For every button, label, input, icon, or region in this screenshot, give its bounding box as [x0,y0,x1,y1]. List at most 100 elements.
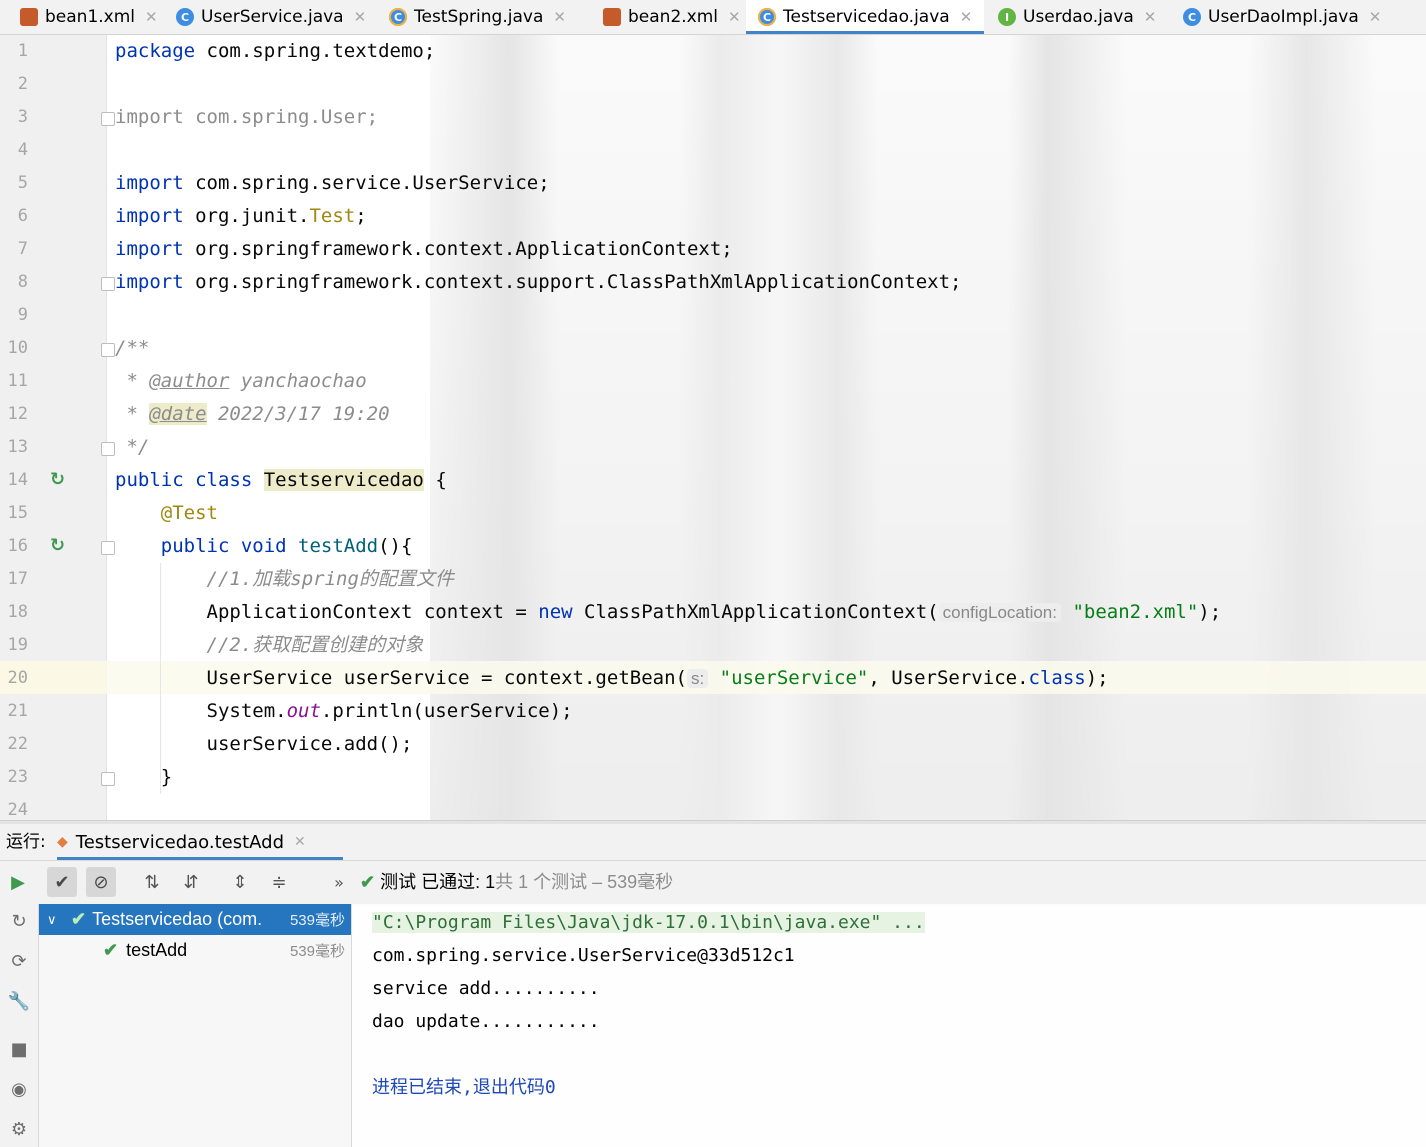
keyword: import [115,271,184,293]
code-line-19: //2.获取配置创建的对象 [115,634,424,656]
code-line-7: import org.springframework.context.Appli… [115,233,733,266]
code-line-14: public class Testservicedao { [115,464,447,497]
tab-testspring-java[interactable]: C TestSpring.java ✕ [389,0,566,34]
static-field: out [286,700,321,722]
code-line-23: } [115,766,173,788]
comment-text: * [115,370,150,392]
rerun-icon[interactable]: ▶ [3,867,33,897]
console-line: "C:\Program Files\Java\jdk-17.0.1\bin\ja… [372,906,925,939]
line-number: 18 [7,602,28,622]
collapse-all-icon[interactable]: ≑ [264,867,294,897]
keyword: public class [115,469,264,491]
console-line: dao update........... [372,1011,600,1032]
tree-node-method[interactable]: ✔ testAdd 539毫秒 [39,935,351,966]
code-line-6: import org.junit.Test; [115,200,367,233]
test-config-icon: ◆ [57,834,68,850]
code-text: org.springframework.context.support.Clas… [183,271,962,293]
close-icon[interactable]: ✕ [728,8,741,26]
code-line-13: */ [115,436,150,458]
sort-by-duration-icon[interactable]: ⇵ [176,867,206,897]
fold-toggle-icon[interactable] [101,772,115,786]
code-line-12: * @date 2022/3/17 19:20 [115,398,390,431]
fold-toggle-icon[interactable] [101,343,115,357]
code-line-10: /** [115,337,150,359]
close-icon[interactable]: ✕ [354,8,367,26]
console-output[interactable]: "C:\Program Files\Java\jdk-17.0.1\bin\ja… [352,904,1426,1147]
pass-check-icon: ✔ [360,872,376,892]
tab-bean2-xml[interactable]: bean2.xml ✕ [593,0,741,34]
code-line-17: //1.加载spring的配置文件 [115,568,454,590]
line-number: 6 [17,206,28,226]
code-text: , UserService. [868,667,1029,689]
rerun-failed-icon[interactable]: ↻ [6,908,32,934]
expand-all-icon[interactable]: ⇕ [225,867,255,897]
code-text: org.junit. [183,205,310,227]
string-literal: "userService" [719,667,869,689]
console-command: "C:\Program Files\Java\jdk-17.0.1\bin\ja… [372,912,925,933]
console-exit-message: 进程已结束,退出代码0 [372,1077,556,1098]
close-icon[interactable]: ✕ [145,8,158,26]
show-ignored-icon[interactable]: ⊘ [86,867,116,897]
run-test-method-icon[interactable]: ↻ [50,535,70,556]
line-number: 11 [7,371,28,391]
string-literal: "bean2.xml" [1072,601,1199,623]
editor-background-image [430,35,1426,820]
tab-userservice-java[interactable]: C UserService.java ✕ [176,0,366,34]
code-line-1: package com.spring.textdemo; [115,35,435,68]
close-icon[interactable]: ✕ [1144,8,1157,26]
close-icon[interactable]: ✕ [553,8,566,26]
line-number: 13 [7,437,28,457]
line-number: 21 [7,701,28,721]
toggle-auto-test-icon[interactable]: ⟳ [6,948,32,974]
line-number: 23 [7,767,28,787]
console-line: service add.......... [372,978,600,999]
line-number: 4 [17,140,28,160]
fold-toggle-icon[interactable] [101,541,115,555]
more-actions-icon[interactable]: » [324,867,354,897]
code-text: ); [1085,667,1109,689]
test-class-icon: C [758,8,776,26]
javadoc-tag: @author [149,370,230,392]
line-number: 7 [17,239,28,259]
chevron-down-icon[interactable]: ∨ [47,912,59,928]
code-text: ApplicationContext context = [115,601,539,623]
tab-userdao-java[interactable]: I Userdao.java ✕ [998,0,1156,34]
code-text: com.spring.service.UserService; [183,172,550,194]
code-text: { [423,469,447,491]
gear-icon[interactable]: ⚙ [6,1116,32,1142]
console-line: com.spring.service.UserService@33d512c1 [372,945,795,966]
fold-toggle-icon[interactable] [101,112,115,126]
settings-wrench-icon[interactable]: 🔧 [6,988,32,1014]
close-icon[interactable]: ✕ [1369,8,1382,26]
line-number: 20 [7,668,28,688]
tab-bean1-xml[interactable]: bean1.xml ✕ [10,0,158,34]
method-name: testAdd [298,535,379,557]
status-passed: 测试 已通过: 1 [380,872,496,892]
code-line-21: System.out.println(userService); [115,695,573,728]
tab-userdaoimpl-java[interactable]: C UserDaoImpl.java ✕ [1183,0,1381,34]
line-number: 2 [17,74,28,94]
pass-check-icon: ✔ [103,940,119,960]
close-icon[interactable]: ✕ [294,834,306,850]
code-line-11: * @author yanchaochao [115,365,366,398]
close-icon[interactable]: ✕ [960,8,973,26]
camera-icon[interactable]: ◉ [6,1076,32,1102]
line-number: 22 [7,734,28,754]
fold-toggle-icon[interactable] [101,277,115,291]
comment-text: * [115,403,150,425]
editor-tab-bar: bean1.xml ✕ C UserService.java ✕ C TestS… [0,0,1426,35]
tab-testservicedao-java[interactable]: C Testservicedao.java ✕ [746,0,985,34]
run-config-tab[interactable]: ◆ Testservicedao.testAdd ✕ [57,824,343,860]
line-number: 5 [17,173,28,193]
tree-node-label: testAdd [126,940,188,960]
code-editor[interactable]: 1 2 3 4 5 6 7 8 9 10 11 12 13 14 15 16 1… [0,35,1426,820]
keyword: import [115,172,184,194]
fold-toggle-icon[interactable] [101,442,115,456]
sort-alphabetically-icon[interactable]: ⇅ [137,867,167,897]
code-text: com.spring.textdemo; [195,40,436,62]
tree-node-class[interactable]: ∨ ✔ Testservicedao (com. 539毫秒 [39,904,351,935]
keyword: class [1028,667,1086,689]
stop-icon[interactable]: ■ [6,1036,32,1062]
show-passed-icon[interactable]: ✔ [47,867,77,897]
run-test-class-icon[interactable]: ↻ [50,469,70,490]
